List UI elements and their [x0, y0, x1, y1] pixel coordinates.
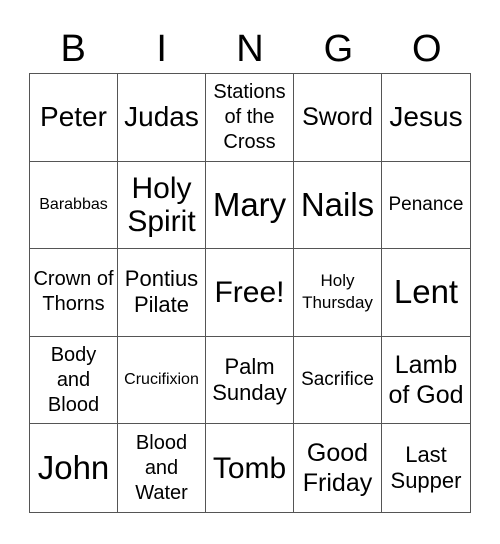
bingo-cell[interactable]: Tomb — [206, 424, 294, 512]
bingo-cell[interactable]: John — [30, 424, 118, 512]
header-letter-g: G — [323, 28, 354, 70]
bingo-cell[interactable]: Stations of the Cross — [206, 74, 294, 162]
bingo-cell[interactable]: Lent — [382, 249, 470, 337]
bingo-cell[interactable]: Last Supper — [382, 424, 470, 512]
bingo-header: B I N G O — [29, 26, 471, 72]
bingo-cell[interactable]: Jesus — [382, 74, 470, 162]
bingo-cell[interactable]: Pontius Pilate — [118, 249, 206, 337]
bingo-cell[interactable]: Blood and Water — [118, 424, 206, 512]
bingo-cell[interactable]: Lamb of God — [382, 337, 470, 425]
header-letter-i: I — [156, 28, 167, 70]
free-space-cell[interactable]: Free! — [206, 249, 294, 337]
bingo-cell[interactable]: Crucifixion — [118, 336, 206, 425]
bingo-cell[interactable]: Barabbas — [30, 161, 118, 250]
bingo-cell[interactable]: Body and Blood — [30, 336, 118, 425]
header-letter-o: O — [412, 28, 442, 70]
bingo-cell[interactable]: Judas — [118, 74, 206, 162]
bingo-cell[interactable]: Peter — [30, 74, 118, 162]
bingo-cell[interactable]: Nails — [294, 161, 382, 250]
bingo-grid: Peter Judas Stations of the Cross Sword … — [29, 73, 471, 513]
header-letter-n: N — [236, 28, 264, 70]
bingo-cell[interactable]: Good Friday — [294, 424, 382, 512]
bingo-cell[interactable]: Palm Sunday — [206, 336, 294, 425]
bingo-cell[interactable]: Holy Spirit — [118, 161, 206, 250]
bingo-cell[interactable]: Mary — [206, 161, 294, 250]
bingo-cell[interactable]: Crown of Thorns — [30, 249, 118, 337]
bingo-cell[interactable]: Sword — [294, 74, 382, 162]
bingo-cell[interactable]: Sacrifice — [294, 336, 382, 425]
header-letter-b: B — [60, 28, 86, 70]
bingo-cell[interactable]: Penance — [382, 162, 470, 250]
bingo-cell[interactable]: Holy Thursday — [294, 249, 382, 337]
